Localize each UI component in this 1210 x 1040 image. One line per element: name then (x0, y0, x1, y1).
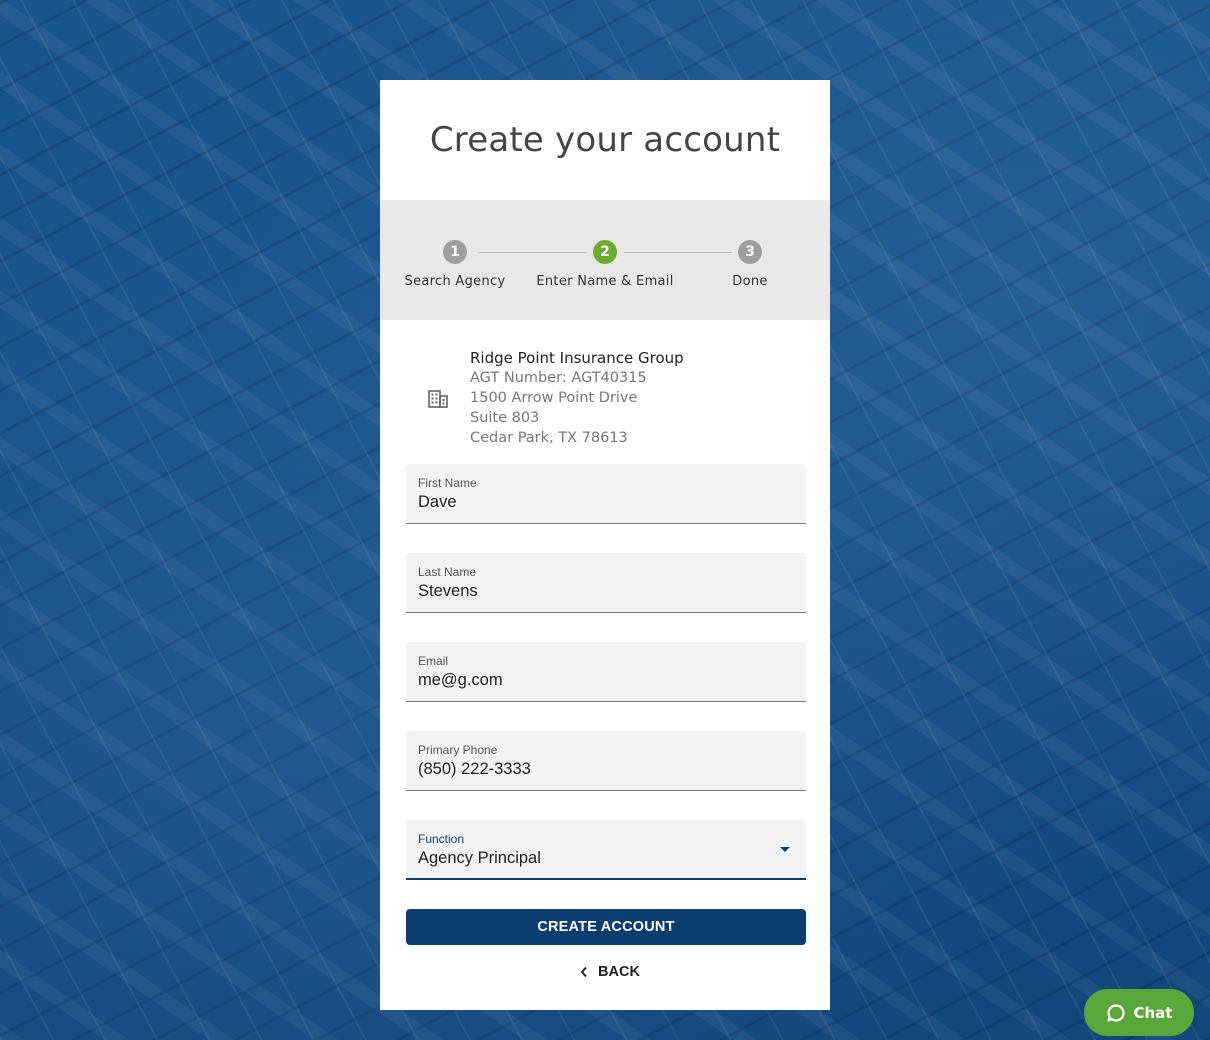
agency-address-line2: Suite 803 (470, 410, 540, 426)
agency-agt-number: AGT Number: AGT40315 (470, 370, 647, 386)
create-account-button[interactable]: CREATE ACCOUNT (406, 909, 806, 945)
last-name-label: Last Name (418, 565, 477, 579)
last-name-input[interactable]: Stevens (418, 582, 478, 601)
chat-label: Chat (1133, 1003, 1173, 1022)
agency-city-state-zip: Cedar Park, TX 78613 (470, 430, 628, 446)
back-label: BACK (598, 964, 640, 980)
step-number: 3 (738, 240, 762, 264)
chat-button[interactable]: Chat (1084, 989, 1194, 1036)
primary-phone-label: Primary Phone (418, 743, 498, 757)
building-icon (428, 390, 448, 408)
primary-phone-input[interactable]: (850) 222-3333 (418, 760, 531, 779)
step-label: Done (732, 274, 768, 289)
step-label: Search Agency (404, 274, 506, 289)
step-number: 1 (443, 240, 467, 264)
agency-name: Ridge Point Insurance Group (470, 349, 684, 367)
first-name-input[interactable]: Dave (418, 493, 457, 512)
chevron-left-icon (580, 966, 587, 978)
first-name-field[interactable]: First Name Dave (406, 464, 806, 524)
step-label: Enter Name & Email (536, 274, 674, 289)
signup-card: Create your account 1 Search Agency 2 En… (380, 80, 830, 1010)
agency-summary: Ridge Point Insurance Group AGT Number: … (380, 320, 830, 464)
chat-bubble-icon (1106, 1003, 1125, 1022)
page-title: Create your account (429, 120, 781, 160)
function-selected-value[interactable]: Agency Principal (418, 849, 541, 868)
back-button[interactable]: BACK (570, 958, 650, 986)
agency-address-line1: 1500 Arrow Point Drive (470, 390, 638, 406)
dropdown-arrow-icon[interactable] (780, 847, 790, 852)
function-label: Function (418, 832, 465, 846)
first-name-label: First Name (418, 476, 477, 490)
step-done: 3 Done (680, 240, 820, 289)
agency-details: Ridge Point Insurance Group AGT Number: … (470, 348, 684, 448)
primary-phone-field[interactable]: Primary Phone (850) 222-3333 (406, 731, 806, 791)
progress-stepper: 1 Search Agency 2 Enter Name & Email 3 D… (380, 200, 830, 320)
step-search-agency: 1 Search Agency (385, 240, 525, 289)
last-name-field[interactable]: Last Name Stevens (406, 553, 806, 613)
step-number: 2 (593, 240, 617, 264)
email-input[interactable]: me@g.com (418, 671, 503, 690)
step-enter-name-email: 2 Enter Name & Email (535, 240, 675, 289)
email-label: Email (418, 654, 449, 668)
function-select[interactable]: Function Agency Principal (406, 820, 806, 880)
email-field[interactable]: Email me@g.com (406, 642, 806, 702)
